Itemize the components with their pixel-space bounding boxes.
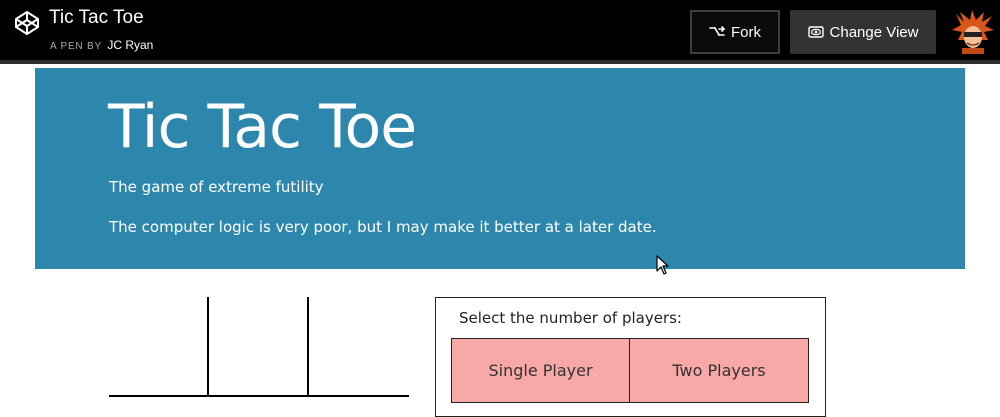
page-title: Tic Tac Toe	[108, 92, 417, 162]
game-board	[109, 297, 409, 400]
codepen-header: Tic Tac Toe A PEN BY JC Ryan Fork Change…	[0, 0, 1000, 64]
player-select-prompt: Select the number of players:	[459, 309, 682, 327]
fork-label: Fork	[731, 23, 761, 41]
pen-title[interactable]: Tic Tac Toe	[49, 7, 144, 29]
player-select-panel: Select the number of players: Single Pla…	[435, 297, 826, 417]
codepen-logo-icon[interactable]	[14, 10, 40, 36]
hero-note: The computer logic is very poor, but I m…	[109, 218, 657, 236]
change-view-button[interactable]: Change View	[790, 10, 936, 54]
two-players-button[interactable]: Two Players	[629, 338, 809, 403]
fork-icon	[709, 26, 725, 36]
single-player-button[interactable]: Single Player	[451, 338, 630, 403]
pen-byline: A PEN BY JC Ryan	[50, 38, 153, 52]
board-cell[interactable]	[209, 297, 309, 397]
hero-subtitle: The game of extreme futility	[109, 178, 324, 196]
board-cell[interactable]	[309, 297, 409, 397]
fork-button[interactable]: Fork	[690, 10, 780, 54]
author-link[interactable]: JC Ryan	[107, 38, 153, 52]
mouse-cursor-icon	[656, 255, 669, 275]
eye-icon	[807, 26, 824, 38]
hero-banner: Tic Tac Toe The game of extreme futility…	[35, 68, 965, 269]
byline-prefix: A PEN BY	[50, 41, 102, 52]
avatar[interactable]	[952, 10, 994, 54]
board-cell[interactable]	[109, 297, 209, 397]
change-view-label: Change View	[829, 23, 919, 41]
